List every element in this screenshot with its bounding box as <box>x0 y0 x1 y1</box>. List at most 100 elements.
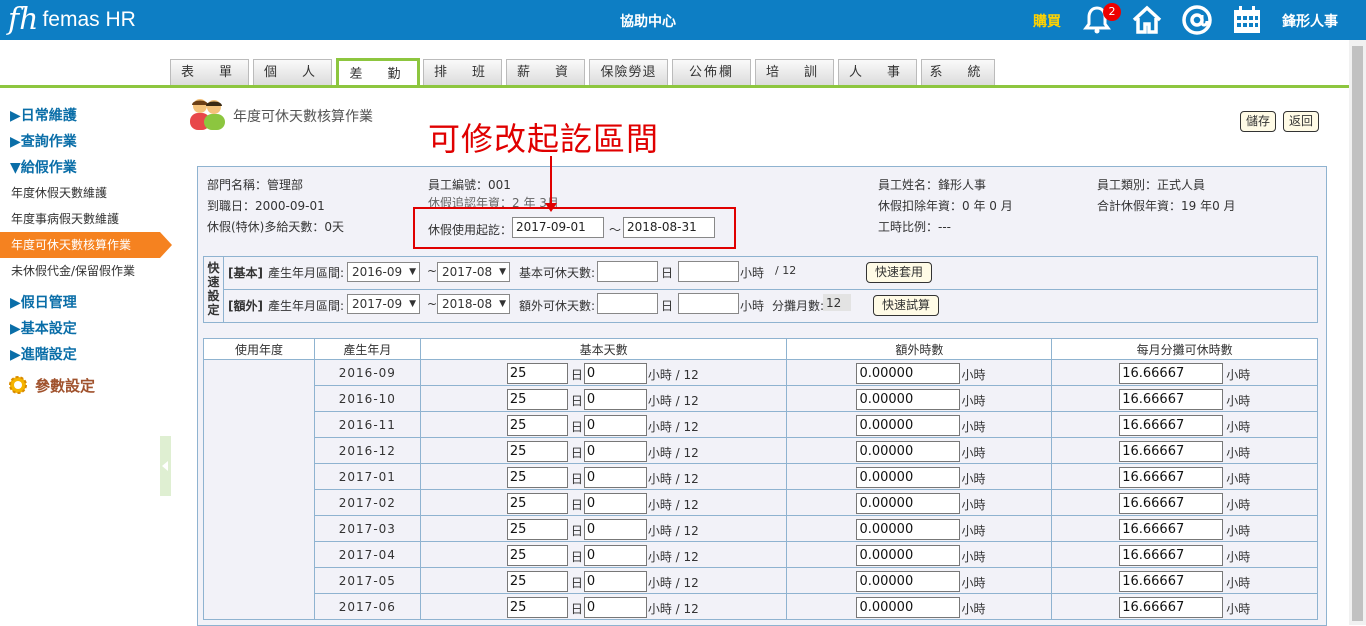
basic-days-input[interactable]: 25 <box>506 414 568 436</box>
hour-per12-unit: 小時 / 12 <box>647 497 699 512</box>
quick-apply-button[interactable]: 快速套用 <box>866 262 933 283</box>
sidebar-params[interactable]: 參數設定 <box>6 373 95 397</box>
extra-hours-input[interactable]: 0.00000 <box>856 414 961 436</box>
monthly-hours-input[interactable]: 16.66667 <box>1119 544 1224 566</box>
period-start-input[interactable]: 2017-09-01 <box>512 217 604 238</box>
basic-hours-input[interactable]: 0 <box>583 596 647 618</box>
tab-payroll[interactable]: 薪 資 <box>506 59 585 85</box>
at-icon[interactable] <box>1181 4 1213 36</box>
username[interactable]: 鋒形人事 <box>1282 11 1338 31</box>
tab-bulletin[interactable]: 公佈欄 <box>672 59 751 85</box>
home-icon[interactable] <box>1131 4 1163 36</box>
tab-personal[interactable]: 個 人 <box>253 59 332 85</box>
extra-hours-input[interactable]: 0.00000 <box>856 362 961 384</box>
monthly-hours-input[interactable]: 16.66667 <box>1119 570 1224 592</box>
femas-logo[interactable]: fh femas HR <box>8 4 136 36</box>
extra-hours-input[interactable]: 0.00000 <box>856 388 961 410</box>
basic-days-input[interactable]: 25 <box>506 544 568 566</box>
quick-extra-from-select[interactable]: 2017-09 <box>347 294 420 314</box>
quick-basic-to-select[interactable]: 2017-08 <box>437 262 510 282</box>
page-scrollbar[interactable] <box>1349 40 1366 625</box>
help-center-link[interactable]: 協助中心 <box>620 11 676 31</box>
extra-hours-input[interactable]: 0.00000 <box>856 518 961 540</box>
basic-days-input[interactable]: 25 <box>506 596 568 618</box>
col-header-year: 使用年度 <box>203 338 315 360</box>
extra-hours-input[interactable]: 0.00000 <box>856 596 961 618</box>
monthly-cell: 16.66667 小時 <box>1051 489 1318 516</box>
extra-hour-unit: 小時 <box>961 367 986 382</box>
quick-trial-button[interactable]: 快速試算 <box>873 295 940 316</box>
tab-forms[interactable]: 表 單 <box>170 59 249 85</box>
basic-days-input[interactable]: 25 <box>506 440 568 462</box>
extra-hour-unit: 小時 <box>961 601 986 616</box>
basic-hours-input[interactable]: 0 <box>583 466 647 488</box>
quick-extra-days-input[interactable] <box>597 293 658 314</box>
sidebar-group-leave[interactable]: ▼給假作業 <box>10 157 77 177</box>
basic-hours-input[interactable]: 0 <box>583 492 647 514</box>
basic-days-input[interactable]: 25 <box>506 466 568 488</box>
monthly-hours-input[interactable]: 16.66667 <box>1119 596 1224 618</box>
monthly-hours-input[interactable]: 16.66667 <box>1119 414 1224 436</box>
quick-extra-tag: [額外] <box>228 299 263 313</box>
sidebar-collapse-handle[interactable] <box>160 436 171 496</box>
basic-hours-input[interactable]: 0 <box>583 362 647 384</box>
sidebar-item-unused-leave[interactable]: 未休假代金/保留假作業 <box>0 258 172 284</box>
monthly-hour-unit: 小時 <box>1226 393 1251 408</box>
monthly-hours-input[interactable]: 16.66667 <box>1119 388 1224 410</box>
back-button[interactable]: 返回 <box>1283 111 1320 132</box>
basic-hours-input[interactable]: 0 <box>583 544 647 566</box>
basic-days-input[interactable]: 25 <box>506 388 568 410</box>
basic-hours-input[interactable]: 0 <box>583 414 647 436</box>
basic-days-input[interactable]: 25 <box>506 570 568 592</box>
buy-link[interactable]: 購買 <box>1033 11 1061 31</box>
hour-per12-unit: 小時 / 12 <box>647 575 699 590</box>
tab-insurance[interactable]: 保險勞退 <box>589 59 668 85</box>
quick-basic-days-input[interactable] <box>597 261 658 282</box>
tab-hr[interactable]: 人 事 <box>838 59 917 85</box>
top-bar: fh femas HR 協助中心 購買 2 鋒形人事 <box>0 0 1366 40</box>
save-button[interactable]: 儲存 <box>1240 111 1277 132</box>
sidebar-group-holiday[interactable]: ▶假日管理 <box>10 292 77 312</box>
sidebar-item-sick-leave[interactable]: 年度事病假天數維護 <box>0 206 172 232</box>
basic-days-cell: 25 日 0 小時 / 12 <box>419 359 788 386</box>
basic-days-input[interactable]: 25 <box>506 518 568 540</box>
monthly-hours-input[interactable]: 16.66667 <box>1119 440 1224 462</box>
tab-attendance[interactable]: 差 勤 <box>336 58 420 88</box>
quick-basic-hours-input[interactable] <box>678 261 739 282</box>
sidebar-group-query[interactable]: ▶查詢作業 <box>10 131 77 151</box>
monthly-hour-unit: 小時 <box>1226 523 1251 538</box>
special-leave-days: 休假(特休)多給天數：0天 <box>207 220 344 234</box>
extra-hours-input[interactable]: 0.00000 <box>856 440 961 462</box>
monthly-hours-input[interactable]: 16.66667 <box>1119 492 1224 514</box>
sidebar-group-advanced[interactable]: ▶進階設定 <box>10 344 77 364</box>
monthly-hours-input[interactable]: 16.66667 <box>1119 362 1224 384</box>
scrollbar-thumb[interactable] <box>1352 46 1363 621</box>
basic-hours-input[interactable]: 0 <box>583 570 647 592</box>
extra-hours-input[interactable]: 0.00000 <box>856 492 961 514</box>
calendar-icon[interactable] <box>1231 4 1263 36</box>
tab-training[interactable]: 培 訓 <box>755 59 834 85</box>
sidebar-group-basic[interactable]: ▶基本設定 <box>10 318 77 338</box>
period-end-input[interactable]: 2018-08-31 <box>623 217 715 238</box>
basic-hours-input[interactable]: 0 <box>583 518 647 540</box>
basic-hours-input[interactable]: 0 <box>583 440 647 462</box>
extra-hour-unit: 小時 <box>961 523 986 538</box>
basic-days-input[interactable]: 25 <box>506 362 568 384</box>
basic-days-input[interactable]: 25 <box>506 492 568 514</box>
month-cell: 2017-02 <box>313 489 421 516</box>
quick-basic-from-select[interactable]: 2016-09 <box>347 262 420 282</box>
sidebar-item-annual-leave[interactable]: 年度休假天數維護 <box>0 180 172 206</box>
basic-days-cell: 25 日 0 小時 / 12 <box>419 567 788 594</box>
quick-extra-hours-input[interactable] <box>678 293 739 314</box>
monthly-hours-input[interactable]: 16.66667 <box>1119 518 1224 540</box>
tab-system[interactable]: 系 統 <box>921 59 995 85</box>
extra-hours-input[interactable]: 0.00000 <box>856 466 961 488</box>
sidebar-group-daily[interactable]: ▶日常維護 <box>10 105 77 125</box>
sidebar-item-annual-calc[interactable]: 年度可休天數核算作業 <box>0 232 172 258</box>
basic-hours-input[interactable]: 0 <box>583 388 647 410</box>
quick-extra-to-select[interactable]: 2018-08 <box>437 294 510 314</box>
tab-shift[interactable]: 排 班 <box>423 59 502 85</box>
extra-hours-input[interactable]: 0.00000 <box>856 570 961 592</box>
extra-hours-input[interactable]: 0.00000 <box>856 544 961 566</box>
monthly-hours-input[interactable]: 16.66667 <box>1119 466 1224 488</box>
